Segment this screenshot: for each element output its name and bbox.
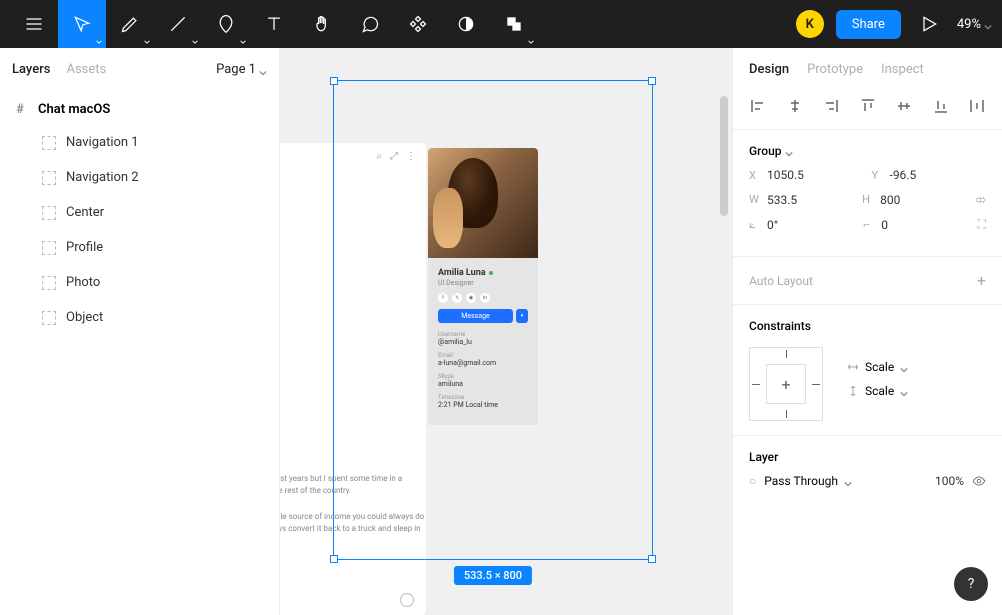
page-label: Page 1: [216, 62, 256, 77]
frame-icon: [42, 171, 56, 185]
constraint-v-value: Scale: [865, 384, 894, 398]
frame-icon: [42, 276, 56, 290]
align-hcenter-icon[interactable]: [786, 97, 804, 115]
line-tool[interactable]: [154, 0, 202, 48]
tab-design[interactable]: Design: [749, 62, 789, 77]
w-input[interactable]: 533.5: [767, 193, 797, 207]
component-tool[interactable]: [394, 0, 442, 48]
hand-tool[interactable]: [298, 0, 346, 48]
constraints-label: Constraints: [749, 319, 811, 333]
link-icon[interactable]: ⤄: [975, 192, 986, 207]
w-label: W: [749, 193, 761, 206]
add-autolayout-button[interactable]: +: [977, 271, 986, 290]
user-avatar[interactable]: K: [796, 10, 824, 38]
align-right-icon[interactable]: [822, 97, 840, 115]
blend-mode-select[interactable]: Pass Through: [764, 474, 852, 488]
layer-section-label: Layer: [749, 450, 778, 464]
autolayout-label: Auto Layout: [749, 274, 813, 288]
page-selector[interactable]: Page 1: [216, 62, 267, 77]
h-label: H: [862, 193, 874, 206]
comment-tool[interactable]: [346, 0, 394, 48]
layer-item[interactable]: Object: [0, 300, 279, 335]
group-label: Group: [749, 144, 782, 158]
layer-root-label: Chat macOS: [38, 102, 110, 117]
frame-icon: #: [12, 101, 28, 117]
resize-handle[interactable]: [330, 555, 338, 563]
hamburger-menu[interactable]: [10, 0, 58, 48]
constraint-h-select[interactable]: Scale: [847, 360, 908, 374]
share-button[interactable]: Share: [836, 10, 901, 39]
present-button[interactable]: [913, 0, 945, 48]
zoom-select[interactable]: 49%: [957, 17, 992, 32]
radius-icon: ⌐: [863, 218, 875, 231]
x-input[interactable]: 1050.5: [767, 168, 804, 182]
tab-assets[interactable]: Assets: [66, 62, 106, 77]
distribute-icon[interactable]: [968, 97, 986, 115]
corners-icon[interactable]: ⛶: [978, 217, 986, 232]
layer-label: Photo: [66, 275, 100, 290]
constraint-widget[interactable]: +: [749, 347, 823, 421]
y-input[interactable]: -96.5: [890, 168, 917, 182]
resize-handle[interactable]: [648, 77, 656, 85]
move-tool[interactable]: [58, 0, 106, 48]
visibility-icon[interactable]: [972, 474, 986, 488]
layer-label: Navigation 2: [66, 170, 139, 185]
x-label: X: [749, 169, 761, 182]
zoom-value: 49%: [957, 17, 981, 32]
layer-item[interactable]: Navigation 2: [0, 160, 279, 195]
constraint-v-select[interactable]: Scale: [847, 384, 908, 398]
emoji-icon: [400, 593, 414, 607]
radius-input[interactable]: 0: [881, 218, 888, 232]
constraint-h-value: Scale: [865, 360, 894, 374]
blend-icon: ○: [749, 474, 756, 488]
tab-layers[interactable]: Layers: [12, 62, 50, 77]
layer-item[interactable]: Navigation 1: [0, 125, 279, 160]
layer-root[interactable]: # Chat macOS: [0, 93, 279, 125]
align-bottom-icon[interactable]: [932, 97, 950, 115]
boolean-tool[interactable]: [490, 0, 538, 48]
align-left-icon[interactable]: [749, 97, 767, 115]
angle-icon: ⟀: [749, 218, 761, 232]
mask-tool[interactable]: [442, 0, 490, 48]
selection-box[interactable]: 533.5 × 800: [333, 80, 653, 560]
group-selector[interactable]: Group: [749, 144, 986, 158]
y-label: Y: [872, 169, 884, 182]
frame-icon: [42, 206, 56, 220]
layer-item[interactable]: Center: [0, 195, 279, 230]
vector-tool[interactable]: [202, 0, 250, 48]
layer-item[interactable]: Photo: [0, 265, 279, 300]
layer-label: Navigation 1: [66, 135, 139, 150]
resize-handle[interactable]: [648, 555, 656, 563]
help-button[interactable]: ?: [954, 567, 988, 601]
tab-inspect[interactable]: Inspect: [881, 62, 924, 77]
blend-value: Pass Through: [764, 474, 838, 488]
align-top-icon[interactable]: [859, 97, 877, 115]
layer-label: Center: [66, 205, 104, 220]
resize-handle[interactable]: [330, 77, 338, 85]
frame-icon: [42, 136, 56, 150]
rotation-input[interactable]: 0°: [767, 218, 778, 232]
pen-tool[interactable]: [106, 0, 154, 48]
h-input[interactable]: 800: [880, 193, 900, 207]
tab-prototype[interactable]: Prototype: [807, 62, 863, 77]
frame-icon: [42, 241, 56, 255]
layer-label: Profile: [66, 240, 103, 255]
scrollbar[interactable]: [720, 96, 728, 216]
text-tool[interactable]: [250, 0, 298, 48]
canvas[interactable]: ⌕ ⤢ ⋮ last years but I spent some time i…: [280, 48, 732, 615]
dimension-badge: 533.5 × 800: [454, 566, 532, 585]
opacity-input[interactable]: 100%: [935, 474, 964, 488]
align-vcenter-icon[interactable]: [895, 97, 913, 115]
layer-item[interactable]: Profile: [0, 230, 279, 265]
frame-icon: [42, 311, 56, 325]
layer-label: Object: [66, 310, 103, 325]
